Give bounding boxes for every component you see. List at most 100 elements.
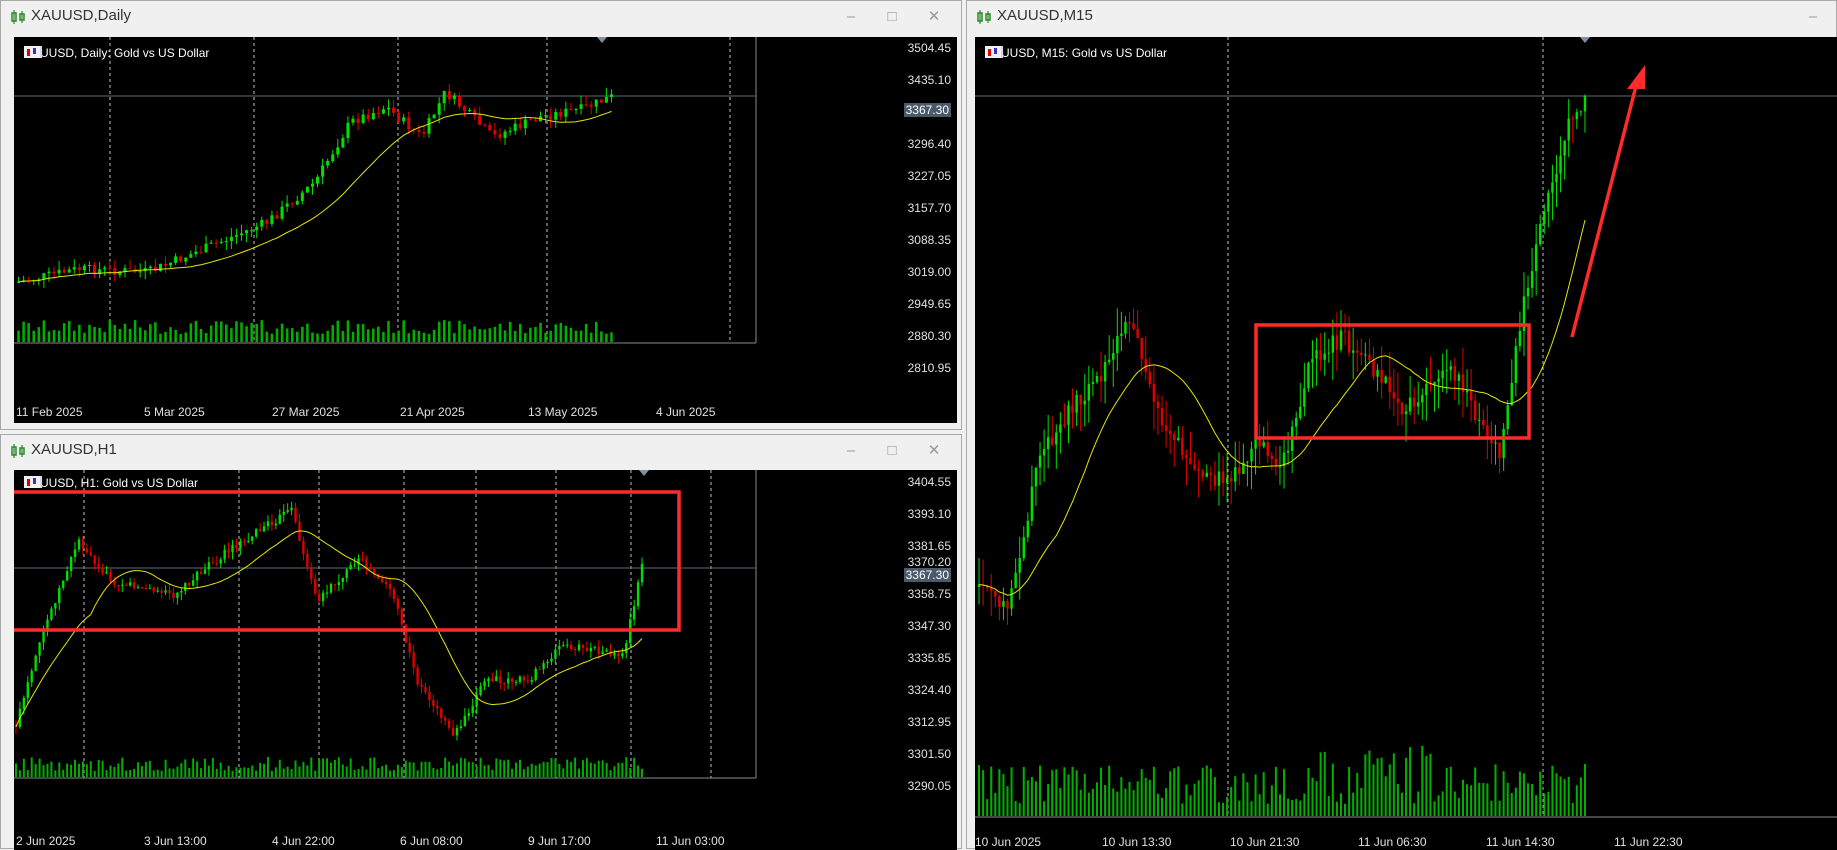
candle-body bbox=[260, 219, 264, 227]
candle-body bbox=[1494, 442, 1497, 444]
h1-chart-canvas[interactable]: XAUUSD, H1: Gold vs US Dollar 3404.55 33… bbox=[14, 470, 957, 850]
candle-body bbox=[397, 112, 401, 122]
candle-body bbox=[518, 123, 522, 129]
candle-body bbox=[1205, 472, 1208, 477]
m15-titlebar[interactable]: XAUUSD,M15 – bbox=[967, 1, 1836, 33]
candle-body bbox=[407, 117, 411, 130]
candle-body bbox=[1311, 358, 1314, 363]
candle-body bbox=[566, 644, 569, 646]
candle-body bbox=[38, 642, 41, 656]
candle-body bbox=[488, 125, 492, 131]
date-tick: 21 Apr 2025 bbox=[400, 405, 465, 419]
candle-body bbox=[247, 540, 250, 542]
chart-icon bbox=[24, 46, 40, 58]
candle-body bbox=[617, 653, 620, 657]
candle-body bbox=[564, 108, 568, 117]
candle-body bbox=[1575, 112, 1579, 120]
chart-shift-marker bbox=[597, 37, 607, 43]
price-tick: 3358.75 bbox=[907, 587, 951, 601]
daily-chart-canvas[interactable]: XAUUSD, Daily: Gold vs US Dollar 3504.45… bbox=[14, 37, 957, 423]
price-tick: 3393.10 bbox=[907, 507, 951, 521]
candle-body bbox=[1254, 439, 1257, 449]
candle-body bbox=[47, 271, 51, 274]
candle-body bbox=[437, 103, 441, 115]
price-tick: 3312.95 bbox=[907, 715, 951, 729]
candle-body bbox=[417, 129, 421, 133]
candle-body bbox=[121, 584, 124, 586]
candle-body bbox=[1160, 408, 1164, 426]
h1-chart-window[interactable]: XAUUSD,H1 – □ ✕ XAUUSD, H1: Gold vs US D… bbox=[0, 434, 962, 850]
candle-body bbox=[1014, 572, 1017, 589]
date-tick: 2 Jun 2025 bbox=[16, 834, 76, 848]
candle-body bbox=[280, 206, 284, 219]
candle-body bbox=[1303, 388, 1306, 407]
candle-body bbox=[1364, 354, 1367, 356]
candle-body bbox=[58, 587, 61, 604]
h1-price-plot[interactable] bbox=[14, 470, 957, 850]
date-tick: 4 Jun 22:00 bbox=[272, 834, 335, 848]
candle-body bbox=[290, 507, 293, 511]
price-tick: 3157.70 bbox=[907, 201, 951, 215]
candle-body bbox=[341, 578, 344, 582]
candle-body bbox=[285, 203, 289, 207]
candle-body bbox=[408, 642, 411, 653]
daily-chart-window[interactable]: XAUUSD,Daily – □ ✕ XAUUSD, Daily: Gold v… bbox=[0, 0, 962, 430]
candle-body bbox=[1112, 353, 1115, 360]
close-button[interactable]: ✕ bbox=[924, 7, 944, 27]
price-tick: 3301.50 bbox=[907, 747, 951, 761]
candle-body bbox=[224, 241, 228, 243]
candle-body bbox=[69, 557, 73, 572]
daily-price-plot[interactable] bbox=[14, 37, 957, 423]
candle-body bbox=[103, 267, 107, 270]
daily-titlebar[interactable]: XAUUSD,Daily – □ ✕ bbox=[1, 1, 961, 33]
candle-body bbox=[533, 120, 537, 122]
candle-body bbox=[1217, 471, 1221, 486]
candle-body bbox=[148, 587, 152, 589]
candle-body bbox=[266, 521, 270, 527]
candle-body bbox=[1075, 394, 1078, 413]
candle-body bbox=[176, 592, 179, 598]
candle-body bbox=[72, 267, 76, 270]
m15-chart-canvas[interactable]: XAUUSD, M15: Gold vs US Dollar 10 Jun 20… bbox=[975, 37, 1837, 850]
candle-body bbox=[1563, 140, 1566, 156]
minimize-button[interactable]: – bbox=[841, 7, 861, 27]
candle-body bbox=[345, 569, 348, 579]
candle-body bbox=[164, 590, 167, 593]
candle-body bbox=[510, 678, 514, 682]
candle-body bbox=[601, 651, 604, 655]
candle-body bbox=[239, 233, 244, 236]
m15-price-plot[interactable] bbox=[975, 37, 1837, 850]
close-button[interactable]: ✕ bbox=[924, 441, 944, 461]
price-tick: 3504.45 bbox=[907, 41, 951, 55]
candle-body bbox=[604, 96, 608, 103]
candle-body bbox=[1295, 417, 1298, 427]
candle-body bbox=[235, 544, 238, 548]
candle-body bbox=[581, 644, 585, 648]
maximize-button[interactable]: □ bbox=[882, 441, 902, 461]
candle-body bbox=[105, 572, 108, 574]
maximize-button[interactable]: □ bbox=[882, 7, 902, 27]
candle-body bbox=[526, 680, 530, 682]
candle-body bbox=[1555, 173, 1558, 183]
candle-body bbox=[1209, 472, 1213, 476]
candle-body bbox=[245, 230, 249, 234]
candle-body bbox=[199, 251, 203, 253]
candle-body bbox=[1534, 244, 1538, 272]
price-tick: 2949.65 bbox=[907, 297, 951, 311]
candle-body bbox=[310, 567, 313, 580]
minimize-button[interactable]: – bbox=[1803, 7, 1823, 27]
candle-body bbox=[189, 254, 193, 258]
h1-titlebar[interactable]: XAUUSD,H1 – □ ✕ bbox=[1, 435, 961, 467]
candle-body bbox=[1299, 406, 1302, 418]
candle-body bbox=[346, 122, 350, 139]
m15-chart-window[interactable]: XAUUSD,M15 – XAUUSD, M15: Gold vs US Dol… bbox=[966, 0, 1837, 850]
candle-body bbox=[1539, 223, 1542, 245]
candle-body bbox=[1030, 486, 1034, 521]
candle-body bbox=[632, 606, 636, 620]
minimize-button[interactable]: – bbox=[841, 441, 861, 461]
candle-body bbox=[416, 667, 419, 685]
candle-body bbox=[579, 104, 583, 109]
candle-body bbox=[1343, 330, 1347, 332]
candle-body bbox=[1547, 192, 1550, 212]
candle-body bbox=[1144, 359, 1147, 372]
